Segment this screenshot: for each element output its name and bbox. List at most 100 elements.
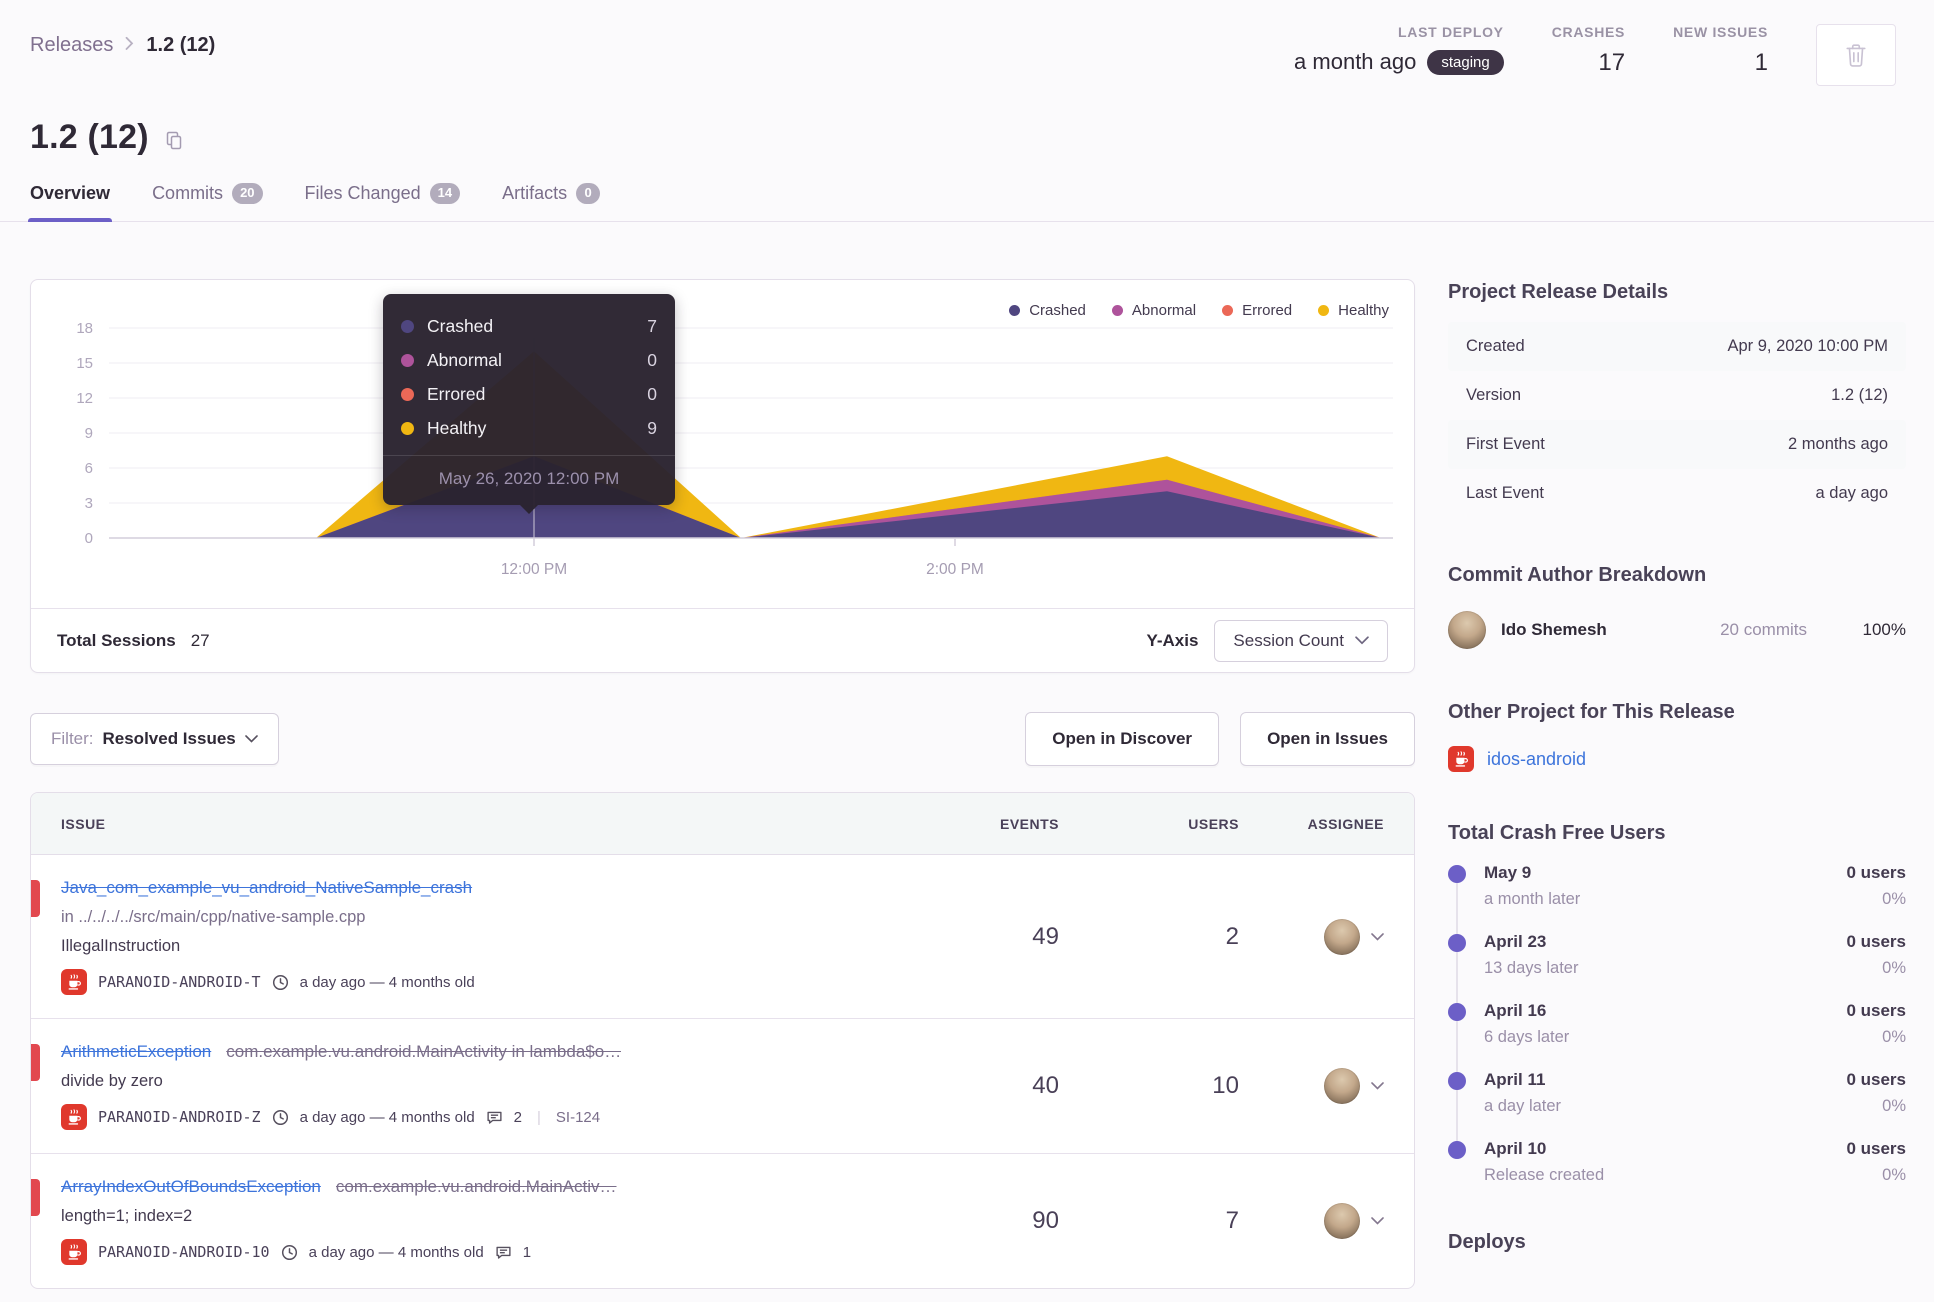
assignee-dropdown[interactable] [1239,918,1384,955]
trash-icon [1845,43,1867,67]
legend-item-abnormal[interactable]: Abnormal [1111,302,1196,319]
issue-message: divide by zero [61,1072,163,1090]
table-row[interactable]: ArithmeticException com.example.vu.andro… [31,1018,1414,1153]
comment-icon [495,1244,512,1261]
breadcrumb-releases-link[interactable]: Releases [30,34,113,57]
tab-artifacts[interactable]: Artifacts 0 [502,183,601,221]
issue-message: IllegalInstruction [61,937,181,955]
legend-dot [1111,305,1123,316]
sessions-chart-card: 0 3 6 9 12 15 18 12:00 PM 2:00 PM Crashed Abnorm… [30,279,1415,673]
issue-users-count: 7 [1225,1207,1239,1234]
crash-free-offset: 13 days later [1484,959,1579,977]
other-project-section: Other Project for This Release idos-andr… [1448,701,1906,776]
tooltip-series-dot [401,353,414,367]
crash-free-percent: 0% [1882,1028,1906,1046]
sessions-chart-svg: 0 3 6 9 12 15 18 12:00 PM 2:00 PM [76,320,1393,578]
clock-icon [281,1244,298,1261]
svg-text:0: 0 [85,530,93,547]
total-sessions-value: 27 [190,630,210,650]
issue-title-link[interactable]: Java_com_example_vu_android_NativeSample… [61,878,472,898]
crash-free-users: 0 users [1846,1070,1906,1089]
commit-author-row: Ido Shemesh 20 commits 100% [1448,605,1906,655]
y-axis-select[interactable]: Session Count [1214,619,1388,662]
issues-table-body: Java_com_example_vu_android_NativeSample… [31,855,1414,1288]
crash-free-timeline: May 9 a month later 0 users 0% April 23 … [1448,863,1906,1185]
tab-files-changed[interactable]: Files Changed 14 [305,183,461,221]
issue-users-count: 10 [1212,1072,1239,1099]
svg-text:12:00 PM: 12:00 PM [501,561,567,578]
issues-table-header: ISSUE EVENTS USERS ASSIGNEE [31,793,1414,855]
chart-tooltip: Crashed 7 Abnormal 0 Errored 0 Healthy 9… [383,294,675,514]
crash-free-date: April 23 [1484,932,1547,951]
environment-badge: staging [1427,49,1504,75]
other-project-link[interactable]: idos-android [1487,749,1586,770]
delete-release-button[interactable] [1816,24,1896,86]
copy-icon [164,130,184,151]
clock-icon [272,974,289,991]
tab-count-badge: 20 [232,183,263,204]
svg-text:3: 3 [85,495,93,512]
author-name: Ido Shemesh [1501,620,1607,639]
issues-table: ISSUE EVENTS USERS ASSIGNEE Java_com_exa… [30,792,1415,1289]
assignee-dropdown[interactable] [1239,1203,1384,1239]
release-details-section: Project Release Details Created Apr 9, 2… [1448,281,1906,518]
open-in-discover-button[interactable]: Open in Discover [1025,712,1220,766]
release-details-table: Created Apr 9, 2020 10:00 PM Version 1.2… [1448,322,1906,518]
comment-count: 2 [513,1108,523,1126]
table-row[interactable]: Java_com_example_vu_android_NativeSample… [31,855,1414,1018]
other-project-row: idos-android [1448,742,1906,776]
last-deploy-value: a month ago [1294,49,1417,74]
chevron-down-icon [1371,1217,1384,1225]
commit-author-section: Commit Author Breakdown Ido Shemesh 20 c… [1448,564,1906,655]
tooltip-row-errored: Errored 0 [401,377,657,411]
sidebar: Project Release Details Created Apr 9, 2… [1448,279,1906,1254]
issue-age: a day ago — 4 months old [299,1108,475,1126]
tab-commits[interactable]: Commits 20 [152,183,263,221]
crash-free-percent: 0% [1882,1097,1906,1115]
crash-free-entry: April 11 a day later 0 users 0% [1448,1070,1906,1116]
meta-divider: | [537,1108,541,1126]
issue-users-count: 2 [1225,922,1239,950]
issue-title-link[interactable]: ArithmeticException [61,1042,211,1062]
assignee-dropdown[interactable] [1239,1068,1384,1104]
issue-meta: PARANOID-ANDROID-T a day ago — 4 months … [61,969,894,995]
issue-location: in ../../../../src/main/cpp/native-sampl… [61,908,366,926]
java-platform-icon [61,1239,87,1265]
error-level-indicator [31,880,40,917]
author-avatar [1448,611,1486,649]
tab-count-badge: 14 [429,183,461,204]
chevron-down-icon [1355,636,1369,645]
legend-item-errored[interactable]: Errored [1222,302,1292,319]
tooltip-row-healthy: Healthy 9 [401,411,657,445]
svg-text:6: 6 [85,460,93,477]
issue-events-count: 90 [1032,1207,1059,1234]
breadcrumb-chevron-icon [125,34,134,57]
crash-free-offset: a day later [1484,1097,1562,1115]
crash-free-date: April 11 [1484,1070,1546,1089]
project-slug: PARANOID-ANDROID-10 [98,1243,270,1261]
new-issues-stat: NEW ISSUES 1 [1673,24,1768,77]
other-project-heading: Other Project for This Release [1448,701,1735,723]
column-header-events: EVENTS [999,815,1059,832]
table-row[interactable]: ArrayIndexOutOfBoundsException com.examp… [31,1153,1414,1288]
last-deploy-label: LAST DEPLOY [1398,24,1504,40]
release-details-heading: Project Release Details [1448,281,1669,303]
legend-item-crashed[interactable]: Crashed [1009,302,1086,319]
tab-overview[interactable]: Overview [27,183,113,222]
legend-item-healthy[interactable]: Healthy [1318,302,1389,319]
issues-filter-dropdown[interactable]: Filter: Resolved Issues [30,713,279,765]
tabs: Overview Commits 20 Files Changed 14 Art… [27,183,1934,222]
crash-free-entry: April 23 13 days later 0 users 0% [1448,932,1906,978]
copy-version-button[interactable] [164,124,184,151]
tooltip-row-crashed: Crashed 7 [401,309,657,343]
last-deploy-stat: LAST DEPLOY a month ago staging [1294,24,1504,75]
crash-free-entry: April 10 Release created 0 users 0% [1448,1139,1906,1185]
column-header-issue: ISSUE [61,815,106,832]
open-in-issues-button[interactable]: Open in Issues [1240,712,1415,766]
tooltip-series-dot [401,387,414,401]
issue-title-link[interactable]: ArrayIndexOutOfBoundsException [61,1177,321,1197]
crash-free-percent: 0% [1882,959,1906,977]
main-content: 0 3 6 9 12 15 18 12:00 PM 2:00 PM Crashed Abnorm… [0,222,1934,1289]
legend-dot [1222,305,1234,316]
crash-free-percent: 0% [1882,1166,1906,1184]
